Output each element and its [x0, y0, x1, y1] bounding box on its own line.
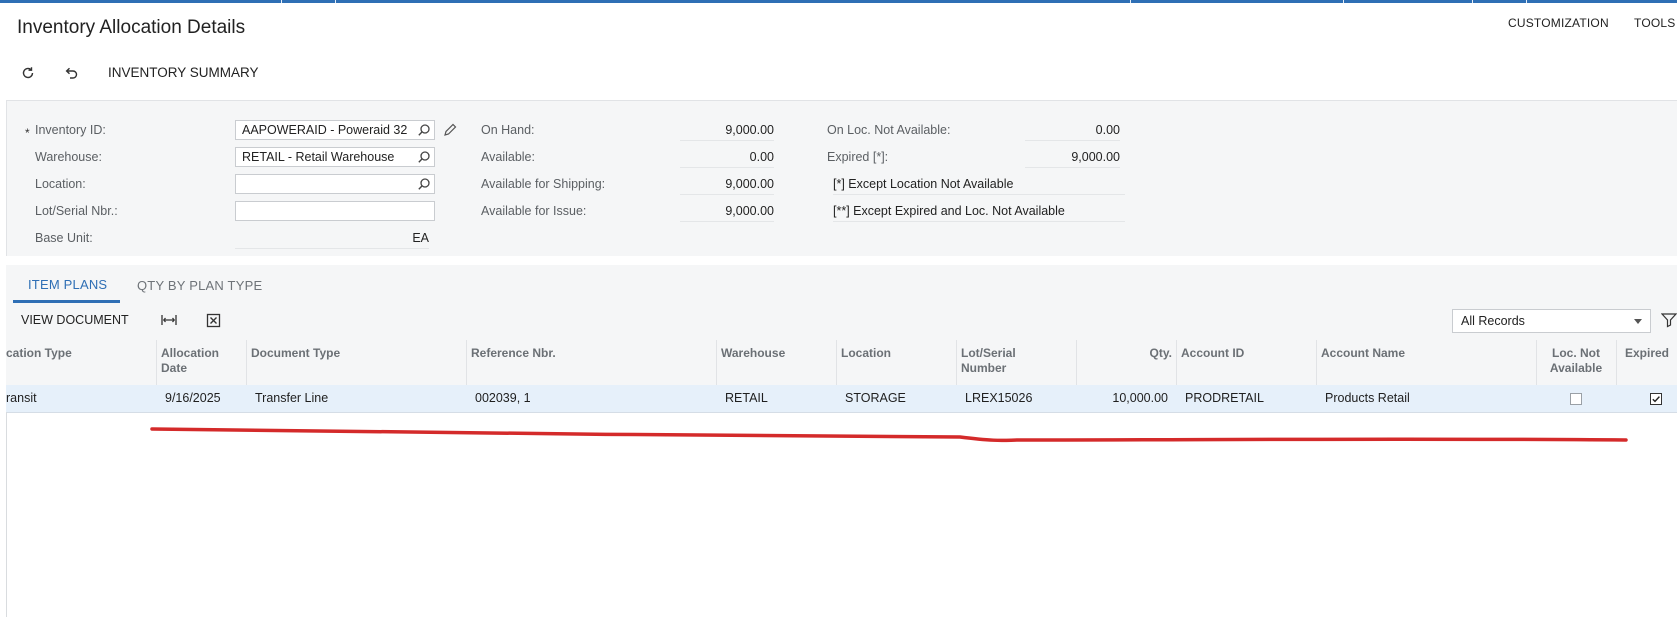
red-annotation-underline [150, 427, 1628, 443]
